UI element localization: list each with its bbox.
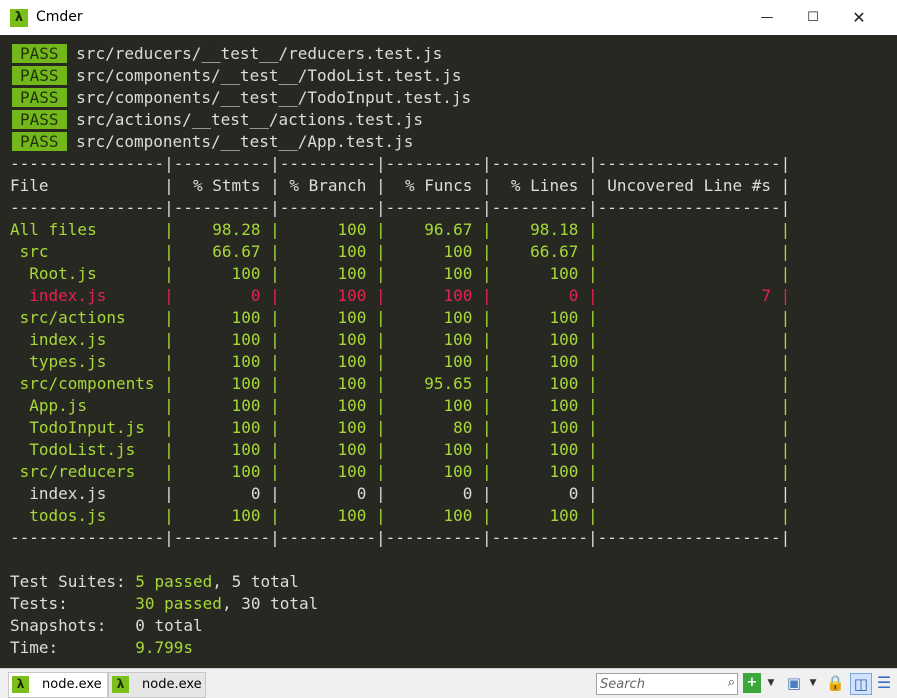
search-icon[interactable]: ⌕ [728, 675, 735, 690]
pass-badge: PASS [12, 66, 67, 85]
test-file-path: src/components/__test__/TodoList.test.js [76, 66, 462, 85]
pass-line: PASS src/components/__test__/App.test.js [10, 131, 413, 153]
table-row: Root.js | 100 | 100 | 100 | 100 | | [10, 264, 791, 283]
summary-tests: Tests: 30 passed, 30 total [10, 593, 318, 615]
search-input[interactable] [600, 675, 715, 693]
pass-badge: PASS [12, 88, 67, 107]
table-row: App.js | 100 | 100 | 100 | 100 | | [10, 396, 791, 415]
table-row: src/actions | 100 | 100 | 100 | 100 | | [10, 308, 791, 327]
summary-label: Snapshots: [10, 616, 136, 635]
pass-line: PASS src/reducers/__test__/reducers.test… [10, 43, 442, 65]
test-file-path: src/components/__test__/App.test.js [76, 132, 414, 151]
summary-test-suites: Test Suites: 5 passed, 5 total [10, 571, 299, 593]
summary-value: 0 total [135, 616, 203, 635]
new-console-plus-icon[interactable]: + [743, 673, 761, 693]
pass-badge: PASS [12, 44, 67, 63]
test-file-path: src/reducers/__test__/reducers.test.js [76, 44, 443, 63]
chevron-down-icon[interactable]: ▼ [807, 673, 819, 693]
lock-icon[interactable]: 🔒 [826, 673, 845, 693]
table-separator: ----------------|----------|----------|-… [10, 528, 791, 547]
close-button[interactable]: ✕ [836, 0, 882, 35]
table-row: TodoList.js | 100 | 100 | 100 | 100 | | [10, 440, 791, 459]
test-file-path: src/components/__test__/TodoInput.test.j… [76, 88, 472, 107]
cmder-lambda-icon: λ [10, 9, 28, 27]
table-row: All files | 98.28 | 100 | 96.67 | 98.18 … [10, 220, 791, 239]
console-tab-1[interactable]: λ node.exe [8, 672, 108, 698]
panel-icon[interactable]: ◫ [850, 673, 872, 695]
pass-badge: PASS [12, 132, 67, 151]
window-title: Cmder [36, 9, 83, 25]
menu-icon[interactable]: ☰ [875, 673, 893, 693]
table-row: index.js | 100 | 100 | 100 | 100 | | [10, 330, 791, 349]
console-tab-2[interactable]: λ node.exe [108, 672, 206, 698]
summary-total: , 30 total [221, 594, 319, 613]
summary-passed: 5 passed [135, 572, 213, 591]
table-row: types.js | 100 | 100 | 100 | 100 | | [10, 352, 791, 371]
table-separator: ----------------|----------|----------|-… [10, 154, 791, 173]
minimize-button[interactable]: — [744, 0, 790, 35]
status-bar: λ node.exe λ node.exe ⌕ + ▼ ▣ ▼ 🔒 ◫ ☰ [0, 668, 897, 698]
pass-line: PASS src/actions/__test__/actions.test.j… [10, 109, 423, 131]
table-header: File | % Stmts | % Branch | % Funcs | % … [10, 176, 791, 195]
table-row: todos.js | 100 | 100 | 100 | 100 | | [10, 506, 791, 525]
table-row: src/reducers | 100 | 100 | 100 | 100 | | [10, 462, 791, 481]
test-file-path: src/actions/__test__/actions.test.js [76, 110, 423, 129]
table-row: TodoInput.js | 100 | 100 | 80 | 100 | | [10, 418, 791, 437]
table-row: src | 66.67 | 100 | 100 | 66.67 | | [10, 241, 791, 263]
pass-line: PASS src/components/__test__/TodoList.te… [10, 65, 461, 87]
terminal-output[interactable]: PASS src/reducers/__test__/reducers.test… [0, 35, 897, 668]
tab-label: node.exe [142, 677, 202, 692]
pass-line: PASS src/components/__test__/TodoInput.t… [10, 87, 471, 109]
title-bar: λ Cmder — ☐ ✕ [0, 0, 897, 35]
lambda-icon: λ [112, 676, 129, 693]
summary-passed: 30 passed [135, 594, 222, 613]
search-box[interactable]: ⌕ [596, 673, 738, 695]
table-row: src/components | 100 | 100 | 95.65 | 100… [10, 374, 791, 393]
table-row: index.js | 0 | 0 | 0 | 0 | | [10, 484, 791, 503]
chevron-down-icon[interactable]: ▼ [765, 673, 777, 693]
summary-time: Time: 9.799s [10, 637, 193, 659]
summary-value: 9.799s [135, 638, 194, 657]
lambda-icon: λ [12, 676, 29, 693]
summary-snapshots: Snapshots: 0 total [10, 615, 203, 637]
summary-total: , 5 total [212, 572, 299, 591]
window-icon[interactable]: ▣ [785, 673, 803, 693]
tab-label: node.exe [42, 677, 102, 692]
summary-label: Tests: [10, 594, 136, 613]
table-separator: ----------------|----------|----------|-… [10, 198, 791, 217]
pass-badge: PASS [12, 110, 67, 129]
row-text: src | 66.67 | 100 | 100 | 66.67 | | [10, 242, 791, 261]
summary-label: Time: [10, 638, 136, 657]
summary-label: Test Suites: [10, 572, 136, 591]
table-row: index.js | 0 | 100 | 100 | 0 | 7 | [10, 286, 791, 305]
maximize-button[interactable]: ☐ [790, 0, 836, 35]
